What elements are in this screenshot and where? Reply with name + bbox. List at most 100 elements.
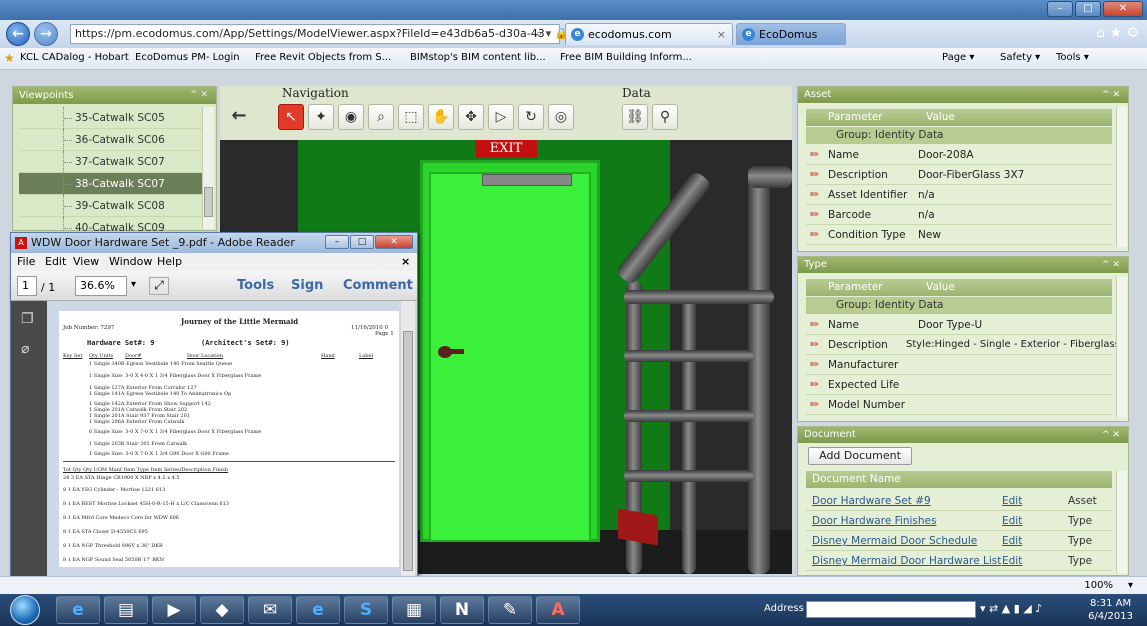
- viewpoint-item[interactable]: 39-Catwalk SC08: [19, 195, 203, 217]
- tab-ecodomus-com[interactable]: e ecodomus.com ×: [565, 23, 733, 45]
- explorer-taskbar-icon[interactable]: ▤: [104, 596, 148, 624]
- document-link[interactable]: Door Hardware Finishes: [812, 511, 936, 531]
- link-icon[interactable]: ⛓: [622, 104, 648, 130]
- type-row[interactable]: ✏ Expected Life: [806, 375, 1112, 395]
- page-number-input[interactable]: 1: [17, 276, 37, 296]
- panel-controls[interactable]: ^ ✕: [190, 87, 208, 104]
- calendar-taskbar-icon[interactable]: ▦: [392, 596, 436, 624]
- ie-taskbar-icon[interactable]: e: [56, 596, 100, 624]
- fit-page-icon[interactable]: ⤢: [149, 277, 169, 295]
- document-link[interactable]: Disney Mermaid Door Schedule: [812, 531, 977, 551]
- favorites-star-icon[interactable]: ★: [4, 51, 15, 65]
- minimize-button[interactable]: –: [1047, 1, 1073, 17]
- panel-controls[interactable]: ^ ✕: [1102, 87, 1120, 103]
- tab-close-icon[interactable]: ×: [717, 24, 726, 45]
- pan-tool-icon[interactable]: ✋: [428, 104, 454, 130]
- document-link[interactable]: Disney Mermaid Door Hardware List: [812, 551, 1001, 571]
- pdf-maximize-button[interactable]: □: [350, 235, 374, 249]
- panel-controls[interactable]: ^ ✕: [1102, 427, 1120, 443]
- favorite-link[interactable]: BIMstop's BIM content lib...: [410, 52, 546, 63]
- media-taskbar-icon[interactable]: ▶: [152, 596, 196, 624]
- pdf-scrollbar[interactable]: [401, 301, 415, 591]
- add-document-button[interactable]: Add Document: [808, 447, 912, 465]
- system-tray[interactable]: ▾ ⇄ ▲ ▮ ◢ ♪: [980, 602, 1042, 615]
- type-row[interactable]: ✏ Manufacturer: [806, 355, 1112, 375]
- viewpoints-scrollbar[interactable]: [202, 107, 214, 229]
- zoom-input[interactable]: 36.6%: [75, 276, 127, 296]
- start-button[interactable]: [10, 595, 40, 625]
- edit-link[interactable]: Edit: [1002, 531, 1022, 551]
- paint-taskbar-icon[interactable]: ✎: [488, 596, 532, 624]
- url-field[interactable]: https://pm.ecodomus.com/App/Settings/Mod…: [70, 24, 560, 44]
- asset-row[interactable]: ✏ Name Door-208A: [806, 145, 1112, 165]
- menu-edit[interactable]: Edit: [45, 253, 66, 271]
- panel-controls[interactable]: ^ ✕: [1102, 257, 1120, 273]
- rotate-tool-icon[interactable]: ↻: [518, 104, 544, 130]
- mail-taskbar-icon[interactable]: ✉: [248, 596, 292, 624]
- adobe-reader-taskbar-icon[interactable]: A: [536, 596, 580, 624]
- asset-row[interactable]: ✏ Barcode n/a: [806, 205, 1112, 225]
- viewpoint-item[interactable]: 37-Catwalk SC07 Platform: [19, 151, 203, 190]
- menu-view[interactable]: View: [73, 253, 99, 271]
- properties-icon[interactable]: ⚲: [652, 104, 678, 130]
- edit-link[interactable]: Edit: [1002, 511, 1022, 531]
- favorite-link[interactable]: EcoDomus PM- Login: [135, 52, 240, 63]
- pages-panel-icon[interactable]: ❐: [21, 311, 34, 327]
- zoom-dropdown-icon[interactable]: ▾: [131, 279, 136, 290]
- asset-row[interactable]: ✏ Description Door-FiberGlass 3X7: [806, 165, 1112, 185]
- look-tool-icon[interactable]: ◉: [338, 104, 364, 130]
- safety-menu[interactable]: Safety ▾: [1000, 52, 1040, 63]
- forward-button[interactable]: →: [34, 22, 58, 46]
- navisworks-taskbar-icon[interactable]: N: [440, 596, 484, 624]
- pdf-close-button[interactable]: ✕: [375, 235, 413, 249]
- home-star-gear-icons[interactable]: ⌂ ★ ⚙: [1096, 25, 1139, 41]
- ie-window-taskbar-icon[interactable]: e: [296, 596, 340, 624]
- pdf-menu-close-icon[interactable]: ×: [401, 253, 410, 271]
- back-arrow-icon[interactable]: ←: [226, 104, 252, 130]
- pointer-tool-icon[interactable]: ▷: [488, 104, 514, 130]
- orbit-tool-icon[interactable]: ✥: [458, 104, 484, 130]
- document-link[interactable]: Door Hardware Set #9: [812, 491, 931, 511]
- tools-menu[interactable]: Tools ▾: [1056, 52, 1089, 63]
- skype-taskbar-icon[interactable]: S: [344, 596, 388, 624]
- type-scrollbar[interactable]: [1116, 277, 1127, 417]
- sign-button[interactable]: Sign: [291, 276, 323, 296]
- edit-link[interactable]: Edit: [1002, 551, 1022, 571]
- viewpoint-item[interactable]: 35-Catwalk SC05: [19, 107, 203, 129]
- menu-window[interactable]: Window: [109, 253, 152, 271]
- app-taskbar-icon[interactable]: ◆: [200, 596, 244, 624]
- page-menu[interactable]: Page ▾: [942, 52, 974, 63]
- close-button[interactable]: ✕: [1103, 1, 1143, 17]
- document-scrollbar[interactable]: [1116, 471, 1127, 573]
- favorite-link[interactable]: KCL CADalog - Hobart: [20, 52, 129, 63]
- asset-scrollbar[interactable]: [1116, 107, 1127, 247]
- attachments-icon[interactable]: ⌀: [21, 341, 29, 357]
- favorite-link[interactable]: Free BIM Building Inform...: [560, 52, 692, 63]
- clock[interactable]: 8:31 AM 6/4/2013: [1088, 597, 1133, 623]
- maximize-button[interactable]: □: [1075, 1, 1101, 17]
- zoom-tool-icon[interactable]: ⌕: [368, 104, 394, 130]
- type-row[interactable]: ✏ Description Style:Hinged - Single - Exte…: [806, 335, 1120, 355]
- menu-file[interactable]: File: [17, 253, 35, 271]
- back-button[interactable]: ←: [6, 22, 30, 46]
- walk-tool-icon[interactable]: ✦: [308, 104, 334, 130]
- pdf-minimize-button[interactable]: –: [325, 235, 349, 249]
- zoom-level[interactable]: 100%: [1084, 580, 1113, 591]
- asset-row[interactable]: ✏ Asset Identifier n/a: [806, 185, 1112, 205]
- tools-button[interactable]: Tools: [237, 276, 274, 296]
- fly-tool-icon[interactable]: ◎: [548, 104, 574, 130]
- zoom-dropdown-icon[interactable]: ▾: [1128, 580, 1133, 591]
- taskbar-address-input[interactable]: [806, 601, 976, 618]
- type-row[interactable]: ✏ Model Number: [806, 395, 1112, 415]
- viewpoint-item-selected[interactable]: 38-Catwalk SC07: [19, 173, 203, 195]
- select-tool-icon[interactable]: ↖: [278, 104, 304, 130]
- favorite-link[interactable]: Free Revit Objects from S...: [255, 52, 391, 63]
- zoom-window-icon[interactable]: ⬚: [398, 104, 424, 130]
- viewpoint-item[interactable]: 36-Catwalk SC06: [19, 129, 203, 151]
- edit-link[interactable]: Edit: [1002, 491, 1022, 511]
- door-208a[interactable]: [429, 172, 591, 542]
- tab-ecodomus[interactable]: e EcoDomus: [736, 23, 846, 45]
- type-row[interactable]: ✏ Name Door Type-U: [806, 315, 1112, 335]
- menu-help[interactable]: Help: [157, 253, 182, 271]
- comment-button[interactable]: Comment: [343, 276, 413, 296]
